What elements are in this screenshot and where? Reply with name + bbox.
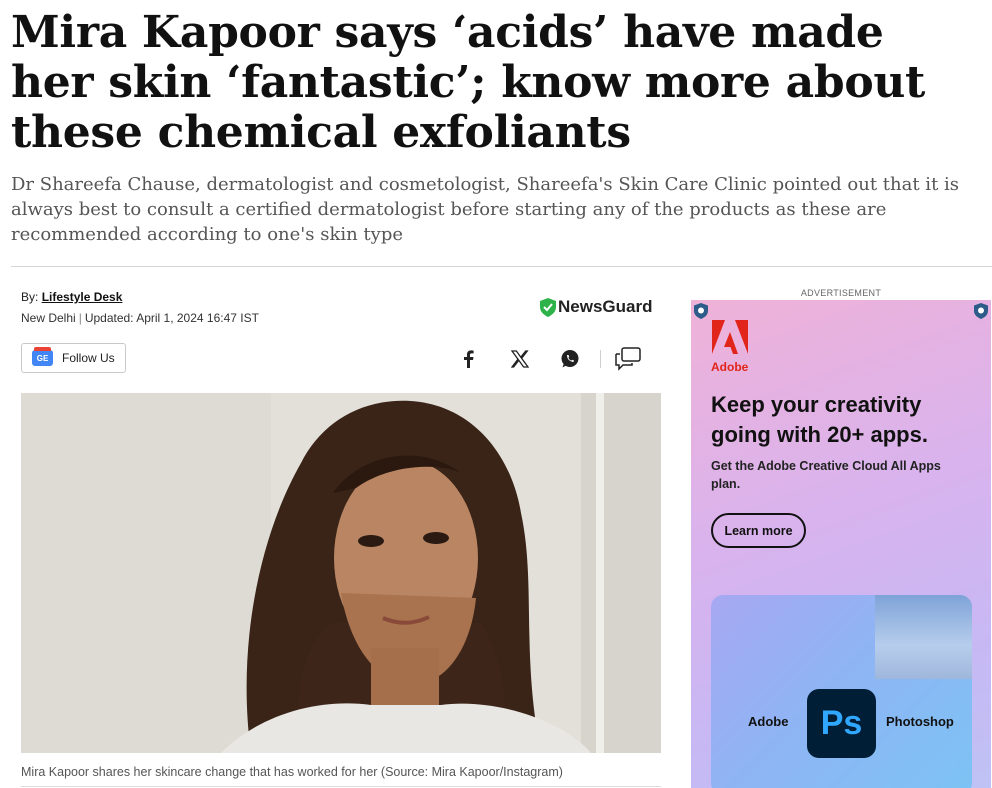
newsguard-shield-icon [540, 297, 556, 317]
x-icon[interactable] [507, 346, 533, 372]
adobe-a-icon [711, 320, 748, 354]
updated-time: Updated: April 1, 2024 16:47 IST [84, 311, 259, 325]
ad-close-shield-icon[interactable] [974, 303, 988, 319]
byline-prefix: By: [21, 290, 39, 304]
ad-card-thumbnail [875, 595, 972, 679]
caption-divider [21, 786, 661, 787]
adobe-logo: Adobe [711, 320, 748, 374]
comments-icon[interactable] [613, 346, 643, 372]
share-divider [600, 350, 601, 368]
newsguard-label: NewsGuard [558, 297, 653, 316]
article-hero-image [21, 393, 661, 753]
newsguard-badge[interactable]: NewsGuard [540, 297, 652, 317]
photoshop-icon: Ps [807, 689, 876, 758]
article-subhead: Dr Shareefa Chause, dermatologist and co… [11, 174, 960, 245]
adobe-brand: Adobe [711, 360, 749, 374]
location: New Delhi [21, 311, 76, 325]
whatsapp-icon[interactable] [557, 346, 583, 372]
header-divider [11, 266, 992, 267]
ad-subtitle: Get the Adobe Creative Cloud All Apps pl… [711, 459, 941, 491]
adobe-advertisement[interactable]: Adobe Keep your creativity going with 20… [691, 300, 991, 788]
ad-choices-icon[interactable] [694, 303, 708, 319]
author-link[interactable]: Lifestyle Desk [42, 290, 123, 304]
dateline: New Delhi | Updated: April 1, 2024 16:47 I… [21, 311, 259, 325]
facebook-icon[interactable] [455, 346, 481, 372]
follow-us-label: Follow Us [62, 351, 115, 365]
ad-title: Keep your creativity going with 20+ apps… [711, 392, 928, 447]
ad-card-adobe-label: Adobe [748, 714, 789, 729]
follow-us-button[interactable]: GE Follow Us [21, 343, 126, 373]
byline: By: Lifestyle Desk [21, 290, 122, 304]
google-news-icon: GE [32, 347, 53, 366]
ad-card-photoshop-label: Photoshop [886, 714, 954, 729]
hero-photo-illustration [21, 393, 661, 753]
learn-more-button[interactable]: Learn more [711, 513, 806, 548]
article-headline: Mira Kapoor says ‘acids’ have made her s… [11, 7, 926, 158]
advertisement-label: ADVERTISEMENT [800, 288, 882, 298]
image-caption: Mira Kapoor shares her skincare change t… [21, 765, 563, 779]
photoshop-card: Adobe Ps Photoshop [711, 595, 972, 788]
